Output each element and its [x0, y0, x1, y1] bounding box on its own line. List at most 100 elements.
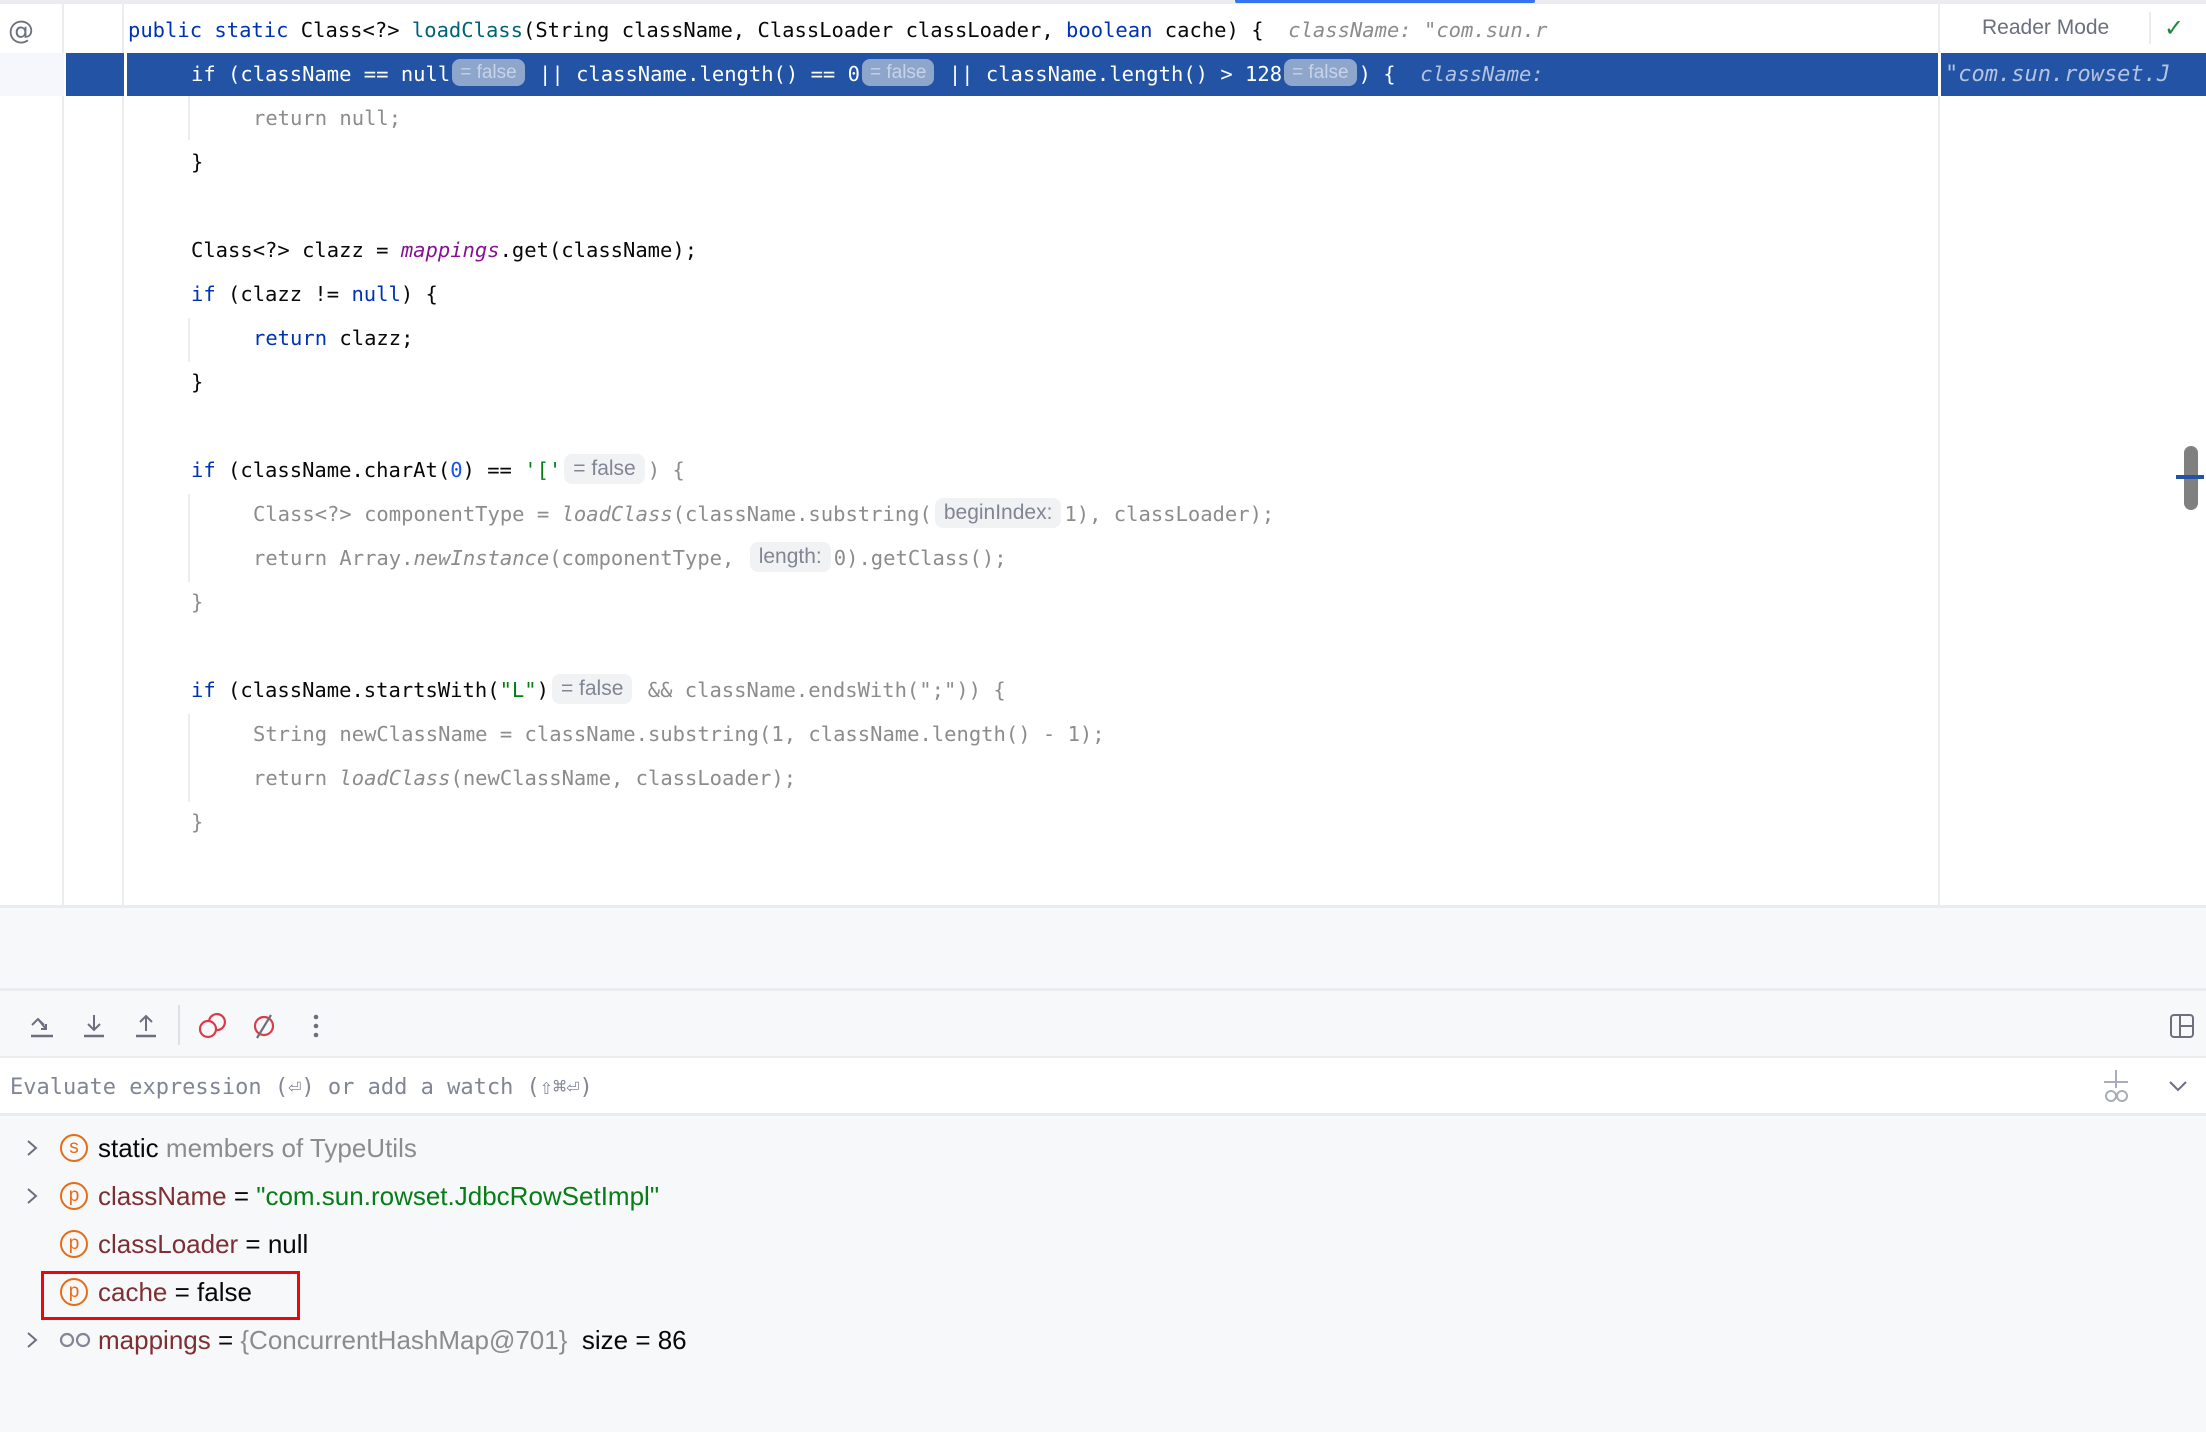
- gutter-folding: [66, 4, 124, 905]
- variable-row-static-members[interactable]: s static members of TypeUtils: [0, 1126, 2206, 1170]
- inline-value-chip: = false: [452, 59, 525, 86]
- code-text: return: [253, 766, 340, 790]
- layout-button[interactable]: [2166, 1009, 2198, 1043]
- expand-chevron[interactable]: [22, 1126, 42, 1170]
- code-text: (className.substring(: [672, 502, 932, 526]
- debugger-toolbar: [0, 988, 2206, 1056]
- indent-guide: [188, 714, 190, 802]
- variable-row-className[interactable]: p className = "com.sun.rowset.JdbcRowSet…: [0, 1174, 2206, 1218]
- watch-glasses-icon: [58, 1318, 94, 1362]
- variable-label: classLoader = null: [98, 1222, 308, 1266]
- code-text: Class<?>: [300, 18, 412, 42]
- chevron-down-icon: [2169, 1081, 2187, 1092]
- code-text: 0).getClass();: [833, 546, 1007, 570]
- code-text: || className.length() ==: [526, 62, 848, 86]
- parameter-badge-icon: p: [60, 1230, 88, 1258]
- method-call: loadClass: [339, 766, 451, 790]
- layout-icon: [2170, 1014, 2194, 1038]
- keyword: if: [191, 62, 216, 86]
- code-text: || className.length() > 128: [936, 62, 1283, 86]
- toolbar-separator: [2149, 12, 2151, 44]
- add-watch-icon: [2104, 1070, 2128, 1102]
- method-call: newInstance: [413, 546, 550, 570]
- scrollbar-current-line-marker: [2176, 475, 2204, 479]
- variable-type: {ConcurrentHashMap@701}: [240, 1325, 568, 1355]
- chevron-right-icon: [27, 1140, 38, 1156]
- code-line: }: [191, 590, 204, 614]
- variable-row-cache[interactable]: p cache = false: [0, 1270, 2206, 1314]
- variable-value: "com.sun.rowset.JdbcRowSetImpl": [256, 1181, 660, 1211]
- code-text: cache) {: [1152, 18, 1264, 42]
- code-line: if (clazz != null) {: [191, 272, 438, 316]
- number-literal: 0: [450, 458, 463, 482]
- evaluate-expression-input[interactable]: [10, 1066, 2070, 1108]
- right-margin-divider: [1938, 4, 1940, 905]
- expand-chevron[interactable]: [22, 1318, 42, 1362]
- reader-mode-button[interactable]: Reader Mode: [1982, 12, 2109, 44]
- code-text: Class<?> componentType =: [253, 502, 562, 526]
- keyword: if: [191, 678, 216, 702]
- inline-debug-value: className:: [1395, 62, 1544, 86]
- variable-label: mappings = {ConcurrentHashMap@701} size …: [98, 1318, 687, 1362]
- variable-description: members of TypeUtils: [158, 1133, 417, 1163]
- more-options-button[interactable]: [300, 1009, 332, 1043]
- variable-label: className = "com.sun.rowset.JdbcRowSetIm…: [98, 1174, 659, 1218]
- code-line-signature: public static Class<?> loadClass(String …: [128, 8, 1547, 52]
- code-line: }: [191, 150, 204, 174]
- indent-guide: [188, 494, 190, 582]
- inline-value-chip: = false: [564, 454, 645, 484]
- add-watch-button[interactable]: [2098, 1068, 2134, 1108]
- variable-name: mappings: [98, 1325, 211, 1355]
- method-call: loadClass: [561, 502, 673, 526]
- right-margin-divider-hl: [1938, 53, 1941, 96]
- inline-value-chip: = false: [1284, 59, 1357, 86]
- indent-guide: [188, 96, 190, 140]
- more-vertical-icon: [313, 1014, 319, 1038]
- static-badge-icon: s: [60, 1134, 88, 1162]
- code-text: (componentType,: [549, 546, 747, 570]
- chevron-right-icon: [27, 1332, 38, 1348]
- code-line: Class<?> componentType = loadClass(class…: [253, 492, 1274, 536]
- step-into-icon: [84, 1015, 104, 1038]
- equals: =: [210, 1325, 241, 1355]
- code-text: ) {: [400, 282, 438, 306]
- number-literal: 0: [847, 62, 860, 86]
- code-text: && className.endsWith(";")) {: [635, 678, 1006, 702]
- mute-breakpoints-icon: [253, 1014, 275, 1039]
- code-line: }: [191, 370, 204, 394]
- step-over-button[interactable]: [26, 1009, 58, 1043]
- variable-row-mappings[interactable]: mappings = {ConcurrentHashMap@701} size …: [0, 1318, 2206, 1362]
- mute-breakpoints-button[interactable]: [248, 1009, 280, 1043]
- gutter-current-line: [0, 53, 64, 96]
- expression-history-dropdown[interactable]: [2164, 1072, 2192, 1100]
- keyword: null: [400, 62, 451, 86]
- expand-chevron[interactable]: [22, 1174, 42, 1218]
- variable-size: size = 86: [567, 1325, 687, 1355]
- code-text: (String className, ClassLoader classLoad…: [522, 18, 1067, 42]
- inline-debug-value: className: "com.sun.r: [1263, 18, 1548, 42]
- view-breakpoints-button[interactable]: [196, 1009, 228, 1043]
- variable-row-classLoader[interactable]: p classLoader = null: [0, 1222, 2206, 1266]
- parameter-hint: beginIndex:: [934, 498, 1062, 528]
- step-out-button[interactable]: [130, 1009, 162, 1043]
- code-line: return loadClass(newClassName, classLoad…: [253, 756, 796, 800]
- debugger-frames-area: [0, 905, 2206, 988]
- step-into-button[interactable]: [78, 1009, 110, 1043]
- gutter-divider: [124, 53, 127, 96]
- parameter-badge-icon: p: [60, 1182, 88, 1210]
- char-literal: '[': [524, 458, 562, 482]
- keyword: boolean: [1066, 18, 1153, 42]
- code-text: return Array.: [253, 546, 414, 570]
- code-editor[interactable]: @ public static Class<?> loadClass(Strin…: [0, 0, 2206, 905]
- code-text: clazz;: [327, 326, 414, 350]
- code-text: (newClassName, classLoader);: [450, 766, 797, 790]
- code-text: ) ==: [462, 458, 525, 482]
- variable-label: static members of TypeUtils: [98, 1126, 417, 1170]
- code-text: (className.startsWith(: [215, 678, 500, 702]
- at-icon[interactable]: @: [6, 16, 36, 46]
- keyword: if: [191, 458, 216, 482]
- variable-value: null: [267, 1229, 309, 1259]
- keyword: if: [191, 282, 216, 306]
- check-icon[interactable]: ✓: [2164, 12, 2184, 44]
- code-line: Class<?> clazz = mappings.get(className)…: [191, 228, 697, 272]
